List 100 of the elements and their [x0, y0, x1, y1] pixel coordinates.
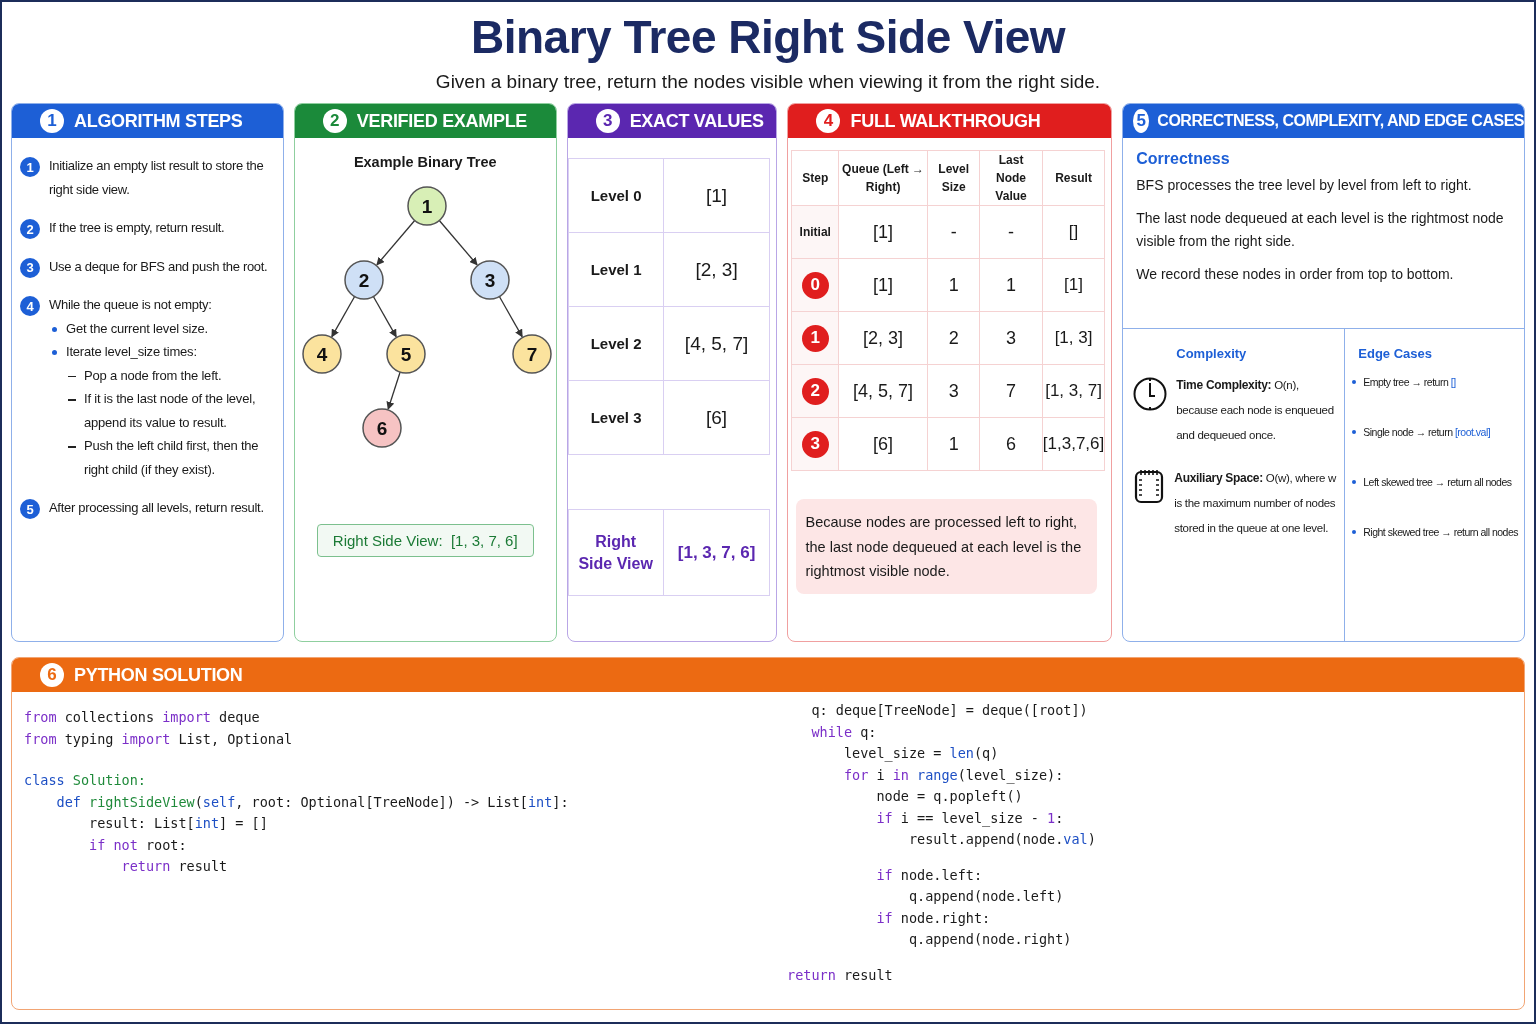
step-number: 2	[20, 219, 40, 239]
code-line: result.append(node.val)	[907, 830, 1096, 849]
table-cell: 3	[979, 311, 1043, 365]
section-number: 6	[40, 663, 64, 687]
table-cell: [6]	[838, 417, 928, 471]
table-cell: [1, 3]	[1042, 311, 1105, 365]
tree-edge	[438, 219, 478, 266]
code-line: result: List[int] = []	[88, 814, 268, 833]
node-value: 4	[316, 343, 327, 365]
code-line: q.append(node.right)	[907, 930, 1072, 949]
column-header: Step	[792, 150, 839, 206]
table-cell-text: [4, 5, 7]	[683, 331, 750, 356]
bullet-icon	[52, 326, 57, 332]
column-header: Level Size	[927, 150, 980, 206]
table-cell: [1]	[838, 205, 928, 259]
table-cell: 2	[927, 311, 980, 365]
table-cell: -	[927, 205, 980, 259]
table-cell: -	[979, 205, 1043, 259]
panel-title: FULL WALKTHROUGH	[850, 110, 1041, 132]
paragraph: BFS processes the tree level by level from left to right.	[1136, 176, 1473, 195]
step-text: While the queue is not empty:	[49, 296, 212, 314]
code-line: return result	[787, 965, 893, 985]
section-heading: Correctness	[1136, 149, 1231, 169]
step-text: Iterate level_size times:	[66, 343, 197, 361]
table-cell: Initial	[792, 205, 839, 259]
note-box: Because nodes are processed left to right, the last node dequeued at each level is the rightmost visible node.	[796, 499, 1098, 594]
code-line: if node.left:	[875, 865, 983, 885]
step-badge: 1	[801, 324, 829, 352]
complexity-text: Auxiliary Space: O(w), where w is the maximum number of nodes stored in the queue at one level.	[1174, 470, 1338, 536]
table-cell: [1,3,7,6]	[1042, 417, 1105, 471]
page-title: Binary Tree Right Side View	[469, 10, 1067, 64]
table-cell-text: [1, 3, 7, 6]	[676, 541, 757, 564]
step-number: 4	[20, 296, 40, 316]
table-cell-text: [6]	[705, 405, 729, 430]
step-text: Pop a node from the left.	[84, 366, 222, 385]
bullet-icon	[1352, 380, 1357, 384]
column-header: Last Node Value	[979, 150, 1043, 206]
step-badge: 0	[801, 271, 829, 299]
edge-case-text: Empty tree → return []	[1363, 375, 1456, 390]
node-value: 7	[526, 343, 537, 365]
bullet-icon	[1352, 480, 1357, 484]
table-cell: [1, 3, 7]	[1042, 364, 1105, 418]
table-cell: Level 1	[568, 233, 664, 306]
clock-icon	[1133, 375, 1168, 411]
tree-edge	[386, 371, 401, 410]
table-cell: 6	[979, 417, 1043, 471]
code-line: q.append(node.left)	[907, 887, 1064, 906]
dash-icon	[68, 399, 76, 401]
panel-title: PYTHON SOLUTION	[74, 664, 243, 686]
step-number: 3	[20, 257, 40, 278]
panel-title: VERIFIED EXAMPLE	[356, 110, 528, 132]
step-text: After processing all levels, return result.	[49, 499, 264, 517]
complexity-text: Time Complexity: O(n), because each node is enqueued and dequeued once.	[1176, 377, 1335, 443]
code-line: for i in range(level_size):	[842, 765, 1064, 786]
code-line: class Solution:	[24, 771, 146, 790]
step-badge: 3	[801, 430, 829, 458]
table-cell: [2, 3]	[838, 311, 928, 365]
code-line: from collections import deque	[24, 708, 260, 727]
step-text: Get the current level size.	[66, 319, 208, 338]
step-badge: 2	[801, 377, 829, 405]
node-value: 5	[400, 343, 411, 365]
code-line: node = q.popleft()	[875, 787, 1023, 806]
table-cell: Right Side View	[568, 510, 664, 595]
section-number: 5	[1133, 109, 1150, 133]
step-text: Initialize an empty list result to store the right side view.	[49, 157, 265, 199]
code-line: while q:	[810, 722, 877, 742]
step-text: Use a deque for BFS and push the root.	[49, 257, 268, 276]
edge-case-text: Single node → return [root.val]	[1363, 425, 1491, 440]
table-cell: 1	[979, 258, 1043, 312]
bullet-icon	[52, 350, 57, 355]
code-line: q: deque[TreeNode] = deque([root])	[810, 701, 1088, 720]
section-number: 1	[40, 109, 64, 133]
dash-icon	[68, 446, 76, 448]
node-value: 1	[421, 195, 432, 217]
panel-title: ALGORITHM STEPS	[74, 110, 243, 132]
step-text: If it is the last node of the level, append its value to result.	[84, 390, 257, 432]
tree-edge	[372, 295, 397, 338]
table-cell: []	[1042, 205, 1105, 259]
table-cell: 1	[927, 417, 980, 471]
diagram-title: Example Binary Tree	[353, 154, 497, 170]
page-subtitle: Given a binary tree, return the nodes visible when viewing it from the right side.	[434, 70, 1102, 94]
code-line: return result	[120, 857, 228, 876]
code-line: if not root:	[88, 835, 187, 855]
panel-title: CORRECTNESS, COMPLEXITY, AND EDGE CASES	[1157, 112, 1524, 130]
code-line: if node.right:	[875, 908, 991, 928]
bullet-icon	[1352, 530, 1357, 534]
step-number: 5	[20, 499, 40, 519]
bullet-icon	[1352, 430, 1357, 434]
table-cell: 3	[927, 364, 980, 418]
table-cell: [1]	[1042, 258, 1105, 312]
section-number: 4	[816, 109, 841, 133]
tree-edge	[376, 219, 416, 266]
paragraph: We record these nodes in order from top to bottom.	[1136, 264, 1455, 284]
paragraph: The last node dequeued at each level is the rightmost node visible from the right side.	[1136, 208, 1505, 251]
step-text: If the tree is empty, return result.	[49, 219, 225, 237]
table-cell-text: [2, 3]	[694, 257, 739, 282]
result-box: Right Side View: [1, 3, 7, 6]	[316, 524, 534, 557]
table-cell: Level 3	[568, 381, 664, 454]
panel-title: EXACT VALUES	[629, 110, 764, 132]
memory-chip-icon	[1133, 468, 1166, 504]
